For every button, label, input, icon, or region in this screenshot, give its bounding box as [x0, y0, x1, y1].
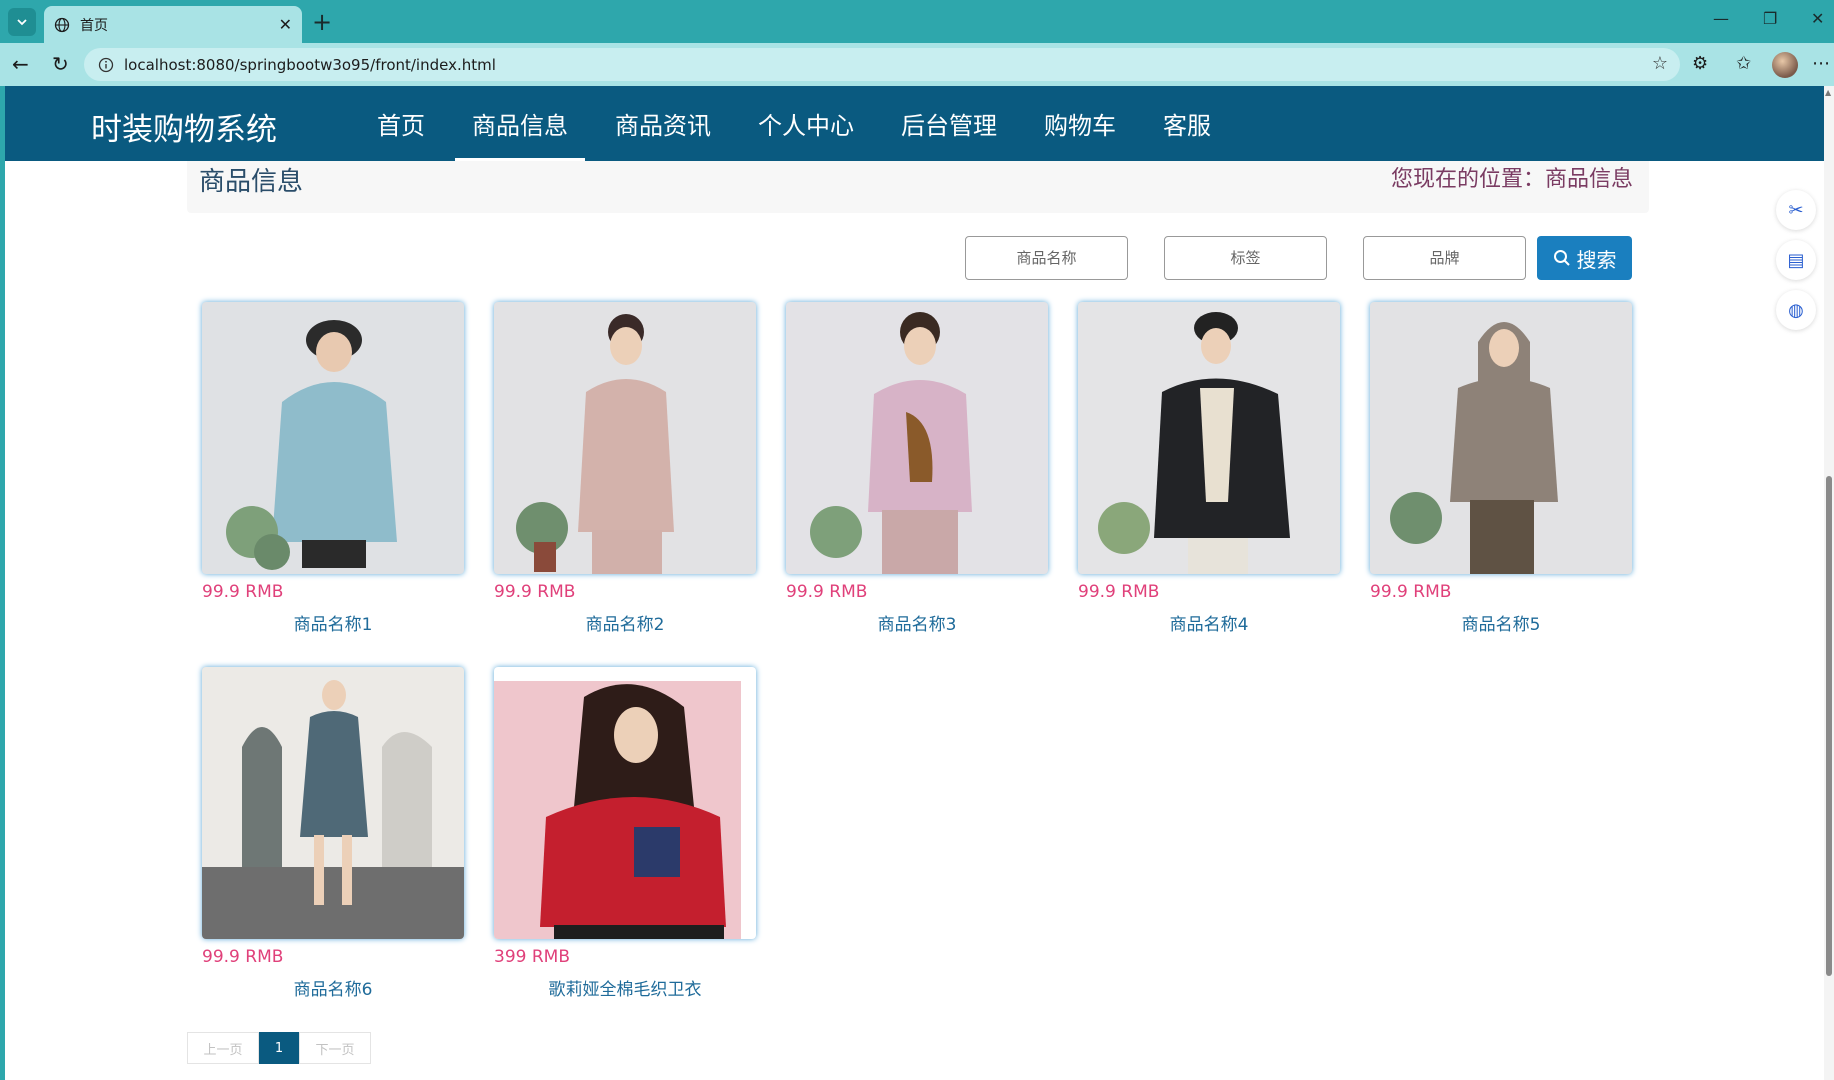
nav-item-admin[interactable]: 后台管理	[884, 86, 1014, 161]
scrollbar-thumb[interactable]	[1826, 476, 1832, 976]
browser-tab-bar: 首页 ✕ + — ❐ ✕	[0, 0, 1834, 43]
nav-item-profile[interactable]: 个人中心	[741, 86, 871, 161]
tab-title: 首页	[80, 17, 108, 34]
info-icon	[98, 57, 114, 72]
product-image[interactable]	[494, 302, 756, 574]
globe-icon	[54, 17, 70, 32]
product-photo	[1098, 312, 1290, 574]
product-image[interactable]	[1370, 302, 1632, 574]
window-edge	[0, 86, 5, 1080]
product-name[interactable]: 歌莉娅全棉毛织卫衣	[494, 975, 756, 1000]
product-photo	[516, 314, 674, 574]
tag-input[interactable]	[1164, 236, 1327, 280]
product-photo	[494, 681, 741, 939]
product-photo	[1390, 322, 1558, 574]
product-name[interactable]: 商品名称3	[786, 610, 1048, 635]
scissors-icon[interactable]: ✂	[1776, 190, 1816, 230]
product-price: 99.9 RMB	[202, 582, 284, 602]
page-number-1[interactable]: 1	[259, 1032, 299, 1064]
extensions-icon[interactable]: ⚙	[1692, 53, 1708, 74]
profile-avatar[interactable]	[1772, 52, 1798, 78]
main-nav: 首页 商品信息 商品资讯 个人中心 后台管理 购物车 客服	[360, 86, 1241, 161]
search-form	[965, 236, 1562, 280]
scroll-up-icon[interactable]: ▲	[1825, 88, 1831, 97]
product-image[interactable]	[494, 667, 756, 939]
product-photo	[202, 667, 464, 939]
restore-icon[interactable]: ❐	[1763, 9, 1777, 28]
breadcrumb: 商品信息 您现在的位置：商品信息	[187, 161, 1649, 213]
product-name-input[interactable]	[965, 236, 1128, 280]
close-icon[interactable]: ✕	[279, 15, 292, 34]
product-image[interactable]	[202, 667, 464, 939]
product-name[interactable]: 商品名称5	[1370, 610, 1632, 635]
product-image[interactable]	[1078, 302, 1340, 574]
search-icon	[1553, 250, 1570, 266]
next-page-button[interactable]: 下一页	[299, 1032, 371, 1064]
brand-input[interactable]	[1363, 236, 1526, 280]
window-close-icon[interactable]: ✕	[1811, 9, 1824, 28]
pagination: 上一页 1 下一页	[187, 1032, 371, 1064]
nav-item-service[interactable]: 客服	[1146, 86, 1228, 161]
product-card[interactable]: 99.9 RMB 商品名称6	[202, 667, 464, 1000]
product-card[interactable]: 99.9 RMB 商品名称5	[1370, 302, 1632, 635]
product-photo	[226, 320, 397, 570]
search-button[interactable]: 搜索	[1537, 236, 1632, 280]
product-price: 399 RMB	[494, 947, 570, 967]
reload-icon[interactable]: ↻	[52, 52, 69, 76]
product-price: 99.9 RMB	[1370, 582, 1452, 602]
browser-tab[interactable]: 首页 ✕	[44, 6, 302, 43]
back-icon[interactable]: ←	[12, 52, 29, 76]
product-card[interactable]: 399 RMB 歌莉娅全棉毛织卫衣	[494, 667, 756, 1000]
product-price: 99.9 RMB	[202, 947, 284, 967]
url-field[interactable]: localhost:8080/springbootw3o95/front/ind…	[84, 48, 1680, 81]
product-card[interactable]: 99.9 RMB 商品名称3	[786, 302, 1048, 635]
nav-item-news[interactable]: 商品资讯	[598, 86, 728, 161]
nav-item-cart[interactable]: 购物车	[1027, 86, 1133, 161]
more-menu-icon[interactable]: ⋯	[1812, 53, 1830, 74]
search-assist-icon[interactable]: ◍	[1776, 290, 1816, 330]
site-title: 时装购物系统	[91, 112, 277, 148]
product-photo	[810, 312, 972, 574]
product-name[interactable]: 商品名称6	[202, 975, 464, 1000]
chevron-down-icon	[17, 19, 27, 26]
nav-item-home[interactable]: 首页	[360, 86, 442, 161]
url-text: localhost:8080/springbootw3o95/front/ind…	[124, 55, 496, 74]
product-name[interactable]: 商品名称4	[1078, 610, 1340, 635]
new-tab-button[interactable]: +	[312, 8, 332, 36]
prev-page-button[interactable]: 上一页	[187, 1032, 259, 1064]
side-toolbar: ✂ ▤ ◍	[1776, 190, 1816, 340]
product-card[interactable]: 99.9 RMB 商品名称1	[202, 302, 464, 635]
minimize-icon[interactable]: —	[1713, 9, 1729, 28]
product-card[interactable]: 99.9 RMB 商品名称4	[1078, 302, 1340, 635]
nav-item-products[interactable]: 商品信息	[455, 86, 585, 161]
site-header: 时装购物系统 首页 商品信息 商品资讯 个人中心 后台管理 购物车 客服	[5, 86, 1824, 161]
tab-list-button[interactable]	[8, 8, 36, 36]
product-price: 99.9 RMB	[1078, 582, 1160, 602]
product-card[interactable]: 99.9 RMB 商品名称2	[494, 302, 756, 635]
product-name[interactable]: 商品名称2	[494, 610, 756, 635]
product-image[interactable]	[786, 302, 1048, 574]
product-image[interactable]	[202, 302, 464, 574]
search-button-label: 搜索	[1576, 249, 1617, 272]
favorite-star-icon[interactable]: ☆	[1652, 53, 1668, 74]
address-bar: ← ↻ localhost:8080/springbootw3o95/front…	[0, 43, 1834, 86]
product-price: 99.9 RMB	[786, 582, 868, 602]
product-name[interactable]: 商品名称1	[202, 610, 464, 635]
page-title: 商品信息	[199, 167, 304, 197]
clipboard-icon[interactable]: ▤	[1776, 240, 1816, 280]
vertical-scrollbar[interactable]: ▲	[1824, 86, 1834, 1080]
favorites-icon[interactable]: ✩	[1736, 53, 1751, 74]
current-position: 您现在的位置：商品信息	[1390, 167, 1633, 192]
product-price: 99.9 RMB	[494, 582, 576, 602]
